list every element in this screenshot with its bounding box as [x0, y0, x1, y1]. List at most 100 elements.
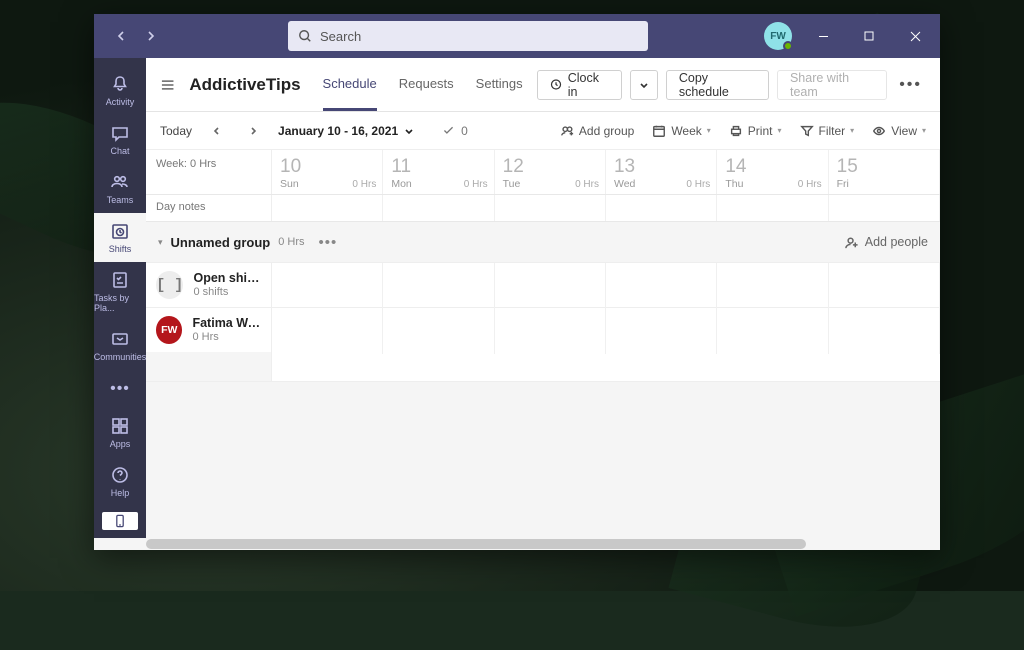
date-range-picker[interactable]: January 10 - 16, 2021	[278, 124, 414, 138]
shift-cell[interactable]	[272, 263, 383, 309]
eye-icon	[872, 124, 886, 138]
filter-icon	[800, 124, 814, 138]
shift-cell[interactable]	[829, 263, 940, 309]
rail-help[interactable]: Help	[94, 457, 146, 506]
shift-cell[interactable]	[383, 308, 494, 354]
group-name[interactable]: Unnamed group	[171, 235, 271, 250]
day-note-cell[interactable]	[829, 195, 940, 221]
shift-cell[interactable]	[272, 308, 383, 354]
tab-requests[interactable]: Requests	[399, 58, 454, 111]
prev-week-button[interactable]	[206, 120, 228, 142]
day-column[interactable]: 14Thu0 Hrs	[717, 150, 828, 194]
chevron-down-icon	[639, 80, 649, 90]
day-note-cell[interactable]	[717, 195, 828, 221]
presence-indicator	[783, 41, 793, 51]
rail-more-button[interactable]: •••	[110, 370, 130, 408]
day-note-cell[interactable]	[495, 195, 606, 221]
shift-cell[interactable]	[606, 308, 717, 354]
add-people-button[interactable]: Add people	[844, 235, 928, 250]
today-button[interactable]: Today	[160, 124, 192, 138]
day-header-row: Week: 0 Hrs 10Sun0 Hrs11Mon0 Hrs12Tue0 H…	[146, 150, 940, 195]
view-mode-select[interactable]: Week▾	[652, 124, 710, 138]
add-group-button[interactable]: Add group	[560, 124, 634, 138]
rail-activity[interactable]: Activity	[94, 66, 146, 115]
search-input[interactable]: Search	[288, 21, 648, 51]
conflicts-indicator[interactable]: 0	[442, 124, 468, 138]
open-shifts-icon: [ ]	[156, 271, 183, 299]
mobile-icon	[112, 513, 128, 529]
day-column[interactable]: 11Mon0 Hrs	[383, 150, 494, 194]
day-number: 13	[614, 156, 708, 178]
view-options-button[interactable]: View▾	[872, 124, 926, 138]
rail-mobile-button[interactable]	[102, 512, 138, 530]
rail-teams[interactable]: Teams	[94, 164, 146, 213]
day-notes-row: Day notes	[146, 195, 940, 222]
rail-communities[interactable]: Communities	[94, 321, 146, 370]
rail-tasks[interactable]: Tasks by Pla...	[94, 262, 146, 321]
nav-back-button[interactable]	[108, 23, 134, 49]
rail-chat[interactable]: Chat	[94, 115, 146, 164]
day-hours: 0 Hrs	[798, 179, 822, 190]
day-number: 10	[280, 156, 374, 178]
collapse-group-button[interactable]: ▾	[158, 237, 163, 248]
day-column[interactable]: 15Fri	[829, 150, 940, 194]
shift-cell[interactable]	[717, 263, 828, 309]
group-more-button[interactable]: •••	[318, 234, 337, 251]
day-hours: 0 Hrs	[352, 179, 376, 190]
window-close-button[interactable]	[894, 14, 936, 58]
row-subtitle: 0 Hrs	[192, 331, 261, 344]
print-button[interactable]: Print▾	[729, 124, 782, 138]
page-header: AddictiveTips Schedule Requests Settings…	[146, 58, 940, 112]
filter-button[interactable]: Filter▾	[800, 124, 855, 138]
row-label[interactable]: [ ] Open shifts0 shifts	[146, 263, 272, 307]
shift-cell[interactable]	[829, 308, 940, 354]
day-column[interactable]: 12Tue0 Hrs	[495, 150, 606, 194]
chevron-down-icon	[404, 126, 414, 136]
clock-in-dropdown[interactable]	[630, 70, 658, 100]
app-rail: Activity Chat Teams Shifts Tasks by Pla.…	[94, 58, 146, 538]
teams-window: Search FW Activity	[94, 14, 940, 550]
row-title: Open shifts	[193, 271, 261, 285]
day-hours: 0 Hrs	[575, 179, 599, 190]
hamburger-icon[interactable]	[160, 77, 175, 93]
header-more-button[interactable]: •••	[895, 76, 926, 94]
user-avatar[interactable]: FW	[764, 22, 792, 50]
add-group-icon	[560, 124, 574, 138]
scroll-thumb[interactable]	[146, 539, 806, 549]
window-minimize-button[interactable]	[802, 14, 844, 58]
nav-forward-button[interactable]	[138, 23, 164, 49]
clock-in-button[interactable]: Clock in	[537, 70, 622, 100]
empty-row	[146, 352, 940, 382]
rail-shifts[interactable]: Shifts	[94, 213, 146, 262]
shift-cell[interactable]	[495, 263, 606, 309]
day-note-cell[interactable]	[383, 195, 494, 221]
titlebar: Search FW	[94, 14, 940, 58]
print-icon	[729, 124, 743, 138]
row-label[interactable]: FW Fatima Wa...0 Hrs	[146, 308, 272, 352]
day-number: 14	[725, 156, 819, 178]
day-hours: 0 Hrs	[464, 179, 488, 190]
day-note-cell[interactable]	[272, 195, 383, 221]
avatar: FW	[156, 316, 182, 344]
check-icon	[442, 124, 455, 137]
shift-cell[interactable]	[606, 263, 717, 309]
shift-cell[interactable]	[495, 308, 606, 354]
schedule-row: FW Fatima Wa...0 Hrs	[146, 307, 940, 353]
tab-schedule[interactable]: Schedule	[323, 58, 377, 111]
day-note-cell[interactable]	[606, 195, 717, 221]
copy-schedule-button[interactable]: Copy schedule	[666, 70, 769, 100]
main-content: AddictiveTips Schedule Requests Settings…	[146, 58, 940, 538]
day-column[interactable]: 13Wed0 Hrs	[606, 150, 717, 194]
rail-apps[interactable]: Apps	[94, 408, 146, 457]
shift-cell[interactable]	[717, 308, 828, 354]
calendar-icon	[652, 124, 666, 138]
tab-settings[interactable]: Settings	[476, 58, 523, 111]
next-week-button[interactable]	[242, 120, 264, 142]
window-maximize-button[interactable]	[848, 14, 890, 58]
shift-cell[interactable]	[383, 263, 494, 309]
day-column[interactable]: 10Sun0 Hrs	[272, 150, 383, 194]
horizontal-scrollbar[interactable]	[94, 538, 940, 550]
people-icon	[110, 172, 130, 192]
share-with-team-button[interactable]: Share with team	[777, 70, 887, 100]
search-icon	[298, 29, 312, 43]
